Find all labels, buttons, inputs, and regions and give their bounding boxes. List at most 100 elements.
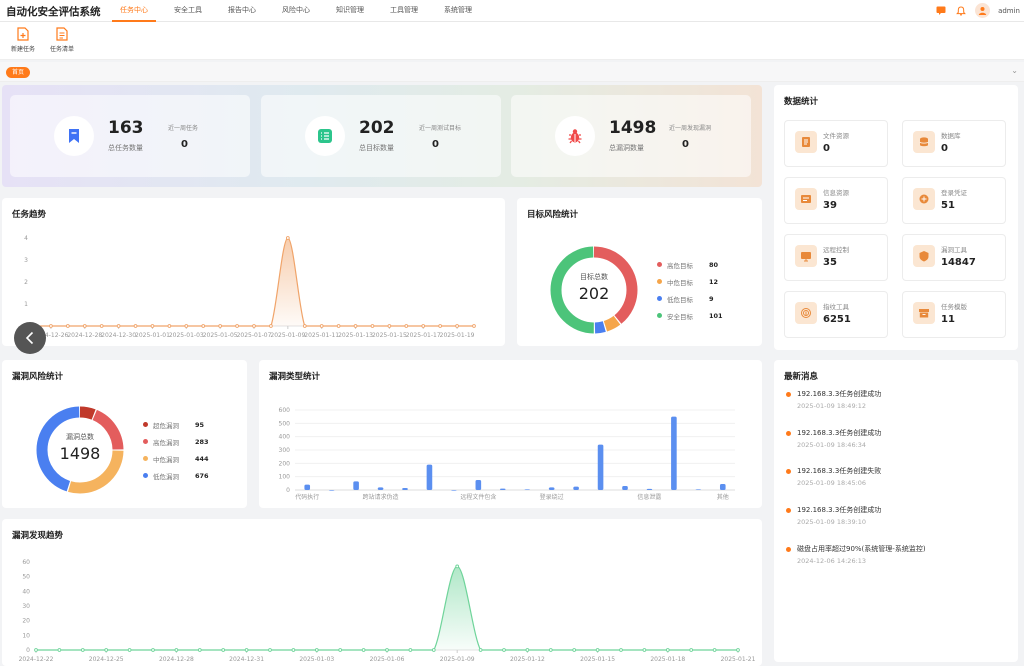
new-task-button[interactable]: 新建任务 bbox=[6, 27, 40, 53]
x-tick-label: 2025-01-06 bbox=[370, 656, 405, 663]
nav-system-management[interactable]: 系统管理 bbox=[436, 0, 480, 22]
data-point bbox=[127, 648, 132, 652]
y-tick-label: 60 bbox=[22, 559, 30, 566]
x-tick-label: 2025-01-19 bbox=[440, 332, 475, 339]
series-area bbox=[34, 238, 474, 326]
y-tick-label: 300 bbox=[279, 447, 291, 454]
data-point bbox=[252, 324, 256, 328]
data-point bbox=[314, 648, 319, 652]
message-time: 2024-12-06 14:26:13 bbox=[797, 557, 867, 565]
y-tick-label: 200 bbox=[279, 460, 291, 467]
message-text: 192.168.3.3任务创建成功 bbox=[797, 506, 882, 514]
legend-item: 高危目标 80 bbox=[657, 256, 723, 273]
message-text: 192.168.3.3任务创建成功 bbox=[797, 429, 882, 437]
data-tile-vuln-tools[interactable]: 漏洞工具 14847 bbox=[902, 234, 1006, 281]
y-tick-label: 0 bbox=[286, 487, 290, 494]
chevron-left-icon bbox=[25, 331, 34, 345]
vuln-tool-icon bbox=[913, 245, 935, 267]
y-tick-label: 30 bbox=[22, 603, 30, 610]
message-time: 2025-01-09 18:49:12 bbox=[797, 402, 867, 410]
avatar[interactable] bbox=[975, 3, 991, 18]
data-tile-files[interactable]: 文件资源 0 bbox=[784, 120, 888, 167]
legend-label: 高危漏洞 bbox=[153, 438, 179, 447]
data-tile-remote[interactable]: 远程控制 35 bbox=[784, 234, 888, 281]
list-icon bbox=[305, 116, 345, 156]
donut-center: 目标总数 202 bbox=[559, 272, 629, 303]
remote-control-icon bbox=[795, 245, 817, 267]
tab-home[interactable]: 首页 bbox=[6, 67, 31, 78]
carousel-prev-button[interactable] bbox=[14, 322, 46, 354]
series-area bbox=[36, 566, 738, 650]
bar bbox=[451, 490, 457, 491]
data-point bbox=[642, 648, 647, 652]
x-tick-label: 2025-01-18 bbox=[650, 656, 685, 663]
tile-value: 0 bbox=[941, 143, 948, 154]
vuln-type-card: 漏洞类型统计 0 100 200 300 400 500 600 代码执行 跨站请求伪造 远程文件… bbox=[259, 360, 762, 508]
data-point bbox=[65, 324, 70, 328]
message-icon[interactable] bbox=[935, 5, 947, 17]
username[interactable]: admin bbox=[998, 7, 1020, 15]
tile-value: 11 bbox=[941, 314, 955, 325]
nav-knowledge[interactable]: 知识管理 bbox=[328, 0, 372, 22]
data-tile-credentials[interactable]: 登录凭证 51 bbox=[902, 177, 1006, 224]
legend-dot bbox=[657, 313, 662, 318]
y-tick-label: 50 bbox=[22, 574, 30, 581]
weekly-tasks-value: 0 bbox=[181, 139, 188, 150]
x-tick-label: 2024-12-30 bbox=[101, 332, 136, 339]
messages-title: 最新消息 bbox=[784, 372, 819, 382]
bell-icon[interactable] bbox=[955, 5, 967, 17]
data-tile-database[interactable]: 数据库 0 bbox=[902, 120, 1006, 167]
data-point bbox=[431, 648, 436, 652]
data-point bbox=[338, 648, 343, 652]
message-dot bbox=[786, 508, 791, 513]
legend-item: 中危目标 12 bbox=[657, 273, 723, 290]
chevron-down-icon[interactable]: ⌄ bbox=[1011, 66, 1018, 75]
app-title: 自动化安全评估系统 bbox=[6, 6, 101, 18]
bar bbox=[304, 484, 311, 490]
nav-task-center[interactable]: 任务中心 bbox=[112, 0, 156, 22]
nav-risk-center[interactable]: 风险中心 bbox=[274, 0, 318, 22]
weekly-targets-label: 近一周测试目标 bbox=[419, 125, 462, 132]
nav-tool-management[interactable]: 工具管理 bbox=[382, 0, 426, 22]
data-point bbox=[268, 648, 272, 652]
bookmark-icon bbox=[54, 116, 94, 156]
data-point bbox=[104, 648, 109, 652]
data-point bbox=[572, 648, 577, 652]
message-dot bbox=[786, 547, 791, 552]
x-tick-label: 跨站请求伪造 bbox=[363, 493, 399, 501]
nav-security-tools[interactable]: 安全工具 bbox=[166, 0, 210, 22]
donut-center-label: 漏洞总数 bbox=[66, 433, 94, 441]
legend-dot bbox=[657, 279, 662, 284]
bar bbox=[499, 488, 506, 490]
data-tile-info[interactable]: 信息资源 39 bbox=[784, 177, 888, 224]
legend-item: 低危漏洞 676 bbox=[143, 467, 209, 484]
total-vulns-label: 总漏洞数量 bbox=[609, 144, 644, 152]
data-point bbox=[478, 648, 483, 652]
task-list-label: 任务清单 bbox=[49, 46, 74, 53]
legend-dot bbox=[143, 473, 148, 478]
data-tile-fingerprint[interactable]: 指纹工具 6251 bbox=[784, 291, 888, 338]
y-tick-label: 600 bbox=[279, 407, 291, 414]
tile-label: 数据库 bbox=[941, 132, 961, 140]
data-point bbox=[319, 324, 324, 328]
new-task-label: 新建任务 bbox=[10, 46, 35, 53]
data-point bbox=[548, 648, 553, 652]
nav-report-center[interactable]: 报告中心 bbox=[220, 0, 264, 22]
data-point bbox=[438, 324, 443, 328]
bar bbox=[426, 464, 433, 490]
data-point bbox=[99, 324, 104, 328]
data-tile-templates[interactable]: 任务模版 11 bbox=[902, 291, 1006, 338]
task-list-button[interactable]: 任务清单 bbox=[45, 27, 79, 53]
legend-value: 101 bbox=[709, 311, 723, 320]
info-asset-icon bbox=[795, 188, 817, 210]
bug-icon bbox=[555, 116, 595, 156]
x-tick-label: 2025-01-21 bbox=[721, 656, 756, 663]
data-stats-panel: 数据统计 文件资源 0 数据库 0 信息资源 39 登录凭证 51 远程控制 3… bbox=[774, 85, 1018, 350]
x-tick-label: 其他 bbox=[717, 493, 729, 501]
y-tick-label: 0 bbox=[26, 647, 30, 654]
donut-center-value: 202 bbox=[578, 284, 610, 303]
vuln-risk-legend: 超危漏洞 95 高危漏洞 283 中危漏洞 444 低危漏洞 676 bbox=[143, 416, 209, 484]
database-icon bbox=[913, 131, 935, 153]
y-tick-label: 3 bbox=[24, 257, 28, 264]
y-tick-label: 40 bbox=[22, 588, 30, 595]
